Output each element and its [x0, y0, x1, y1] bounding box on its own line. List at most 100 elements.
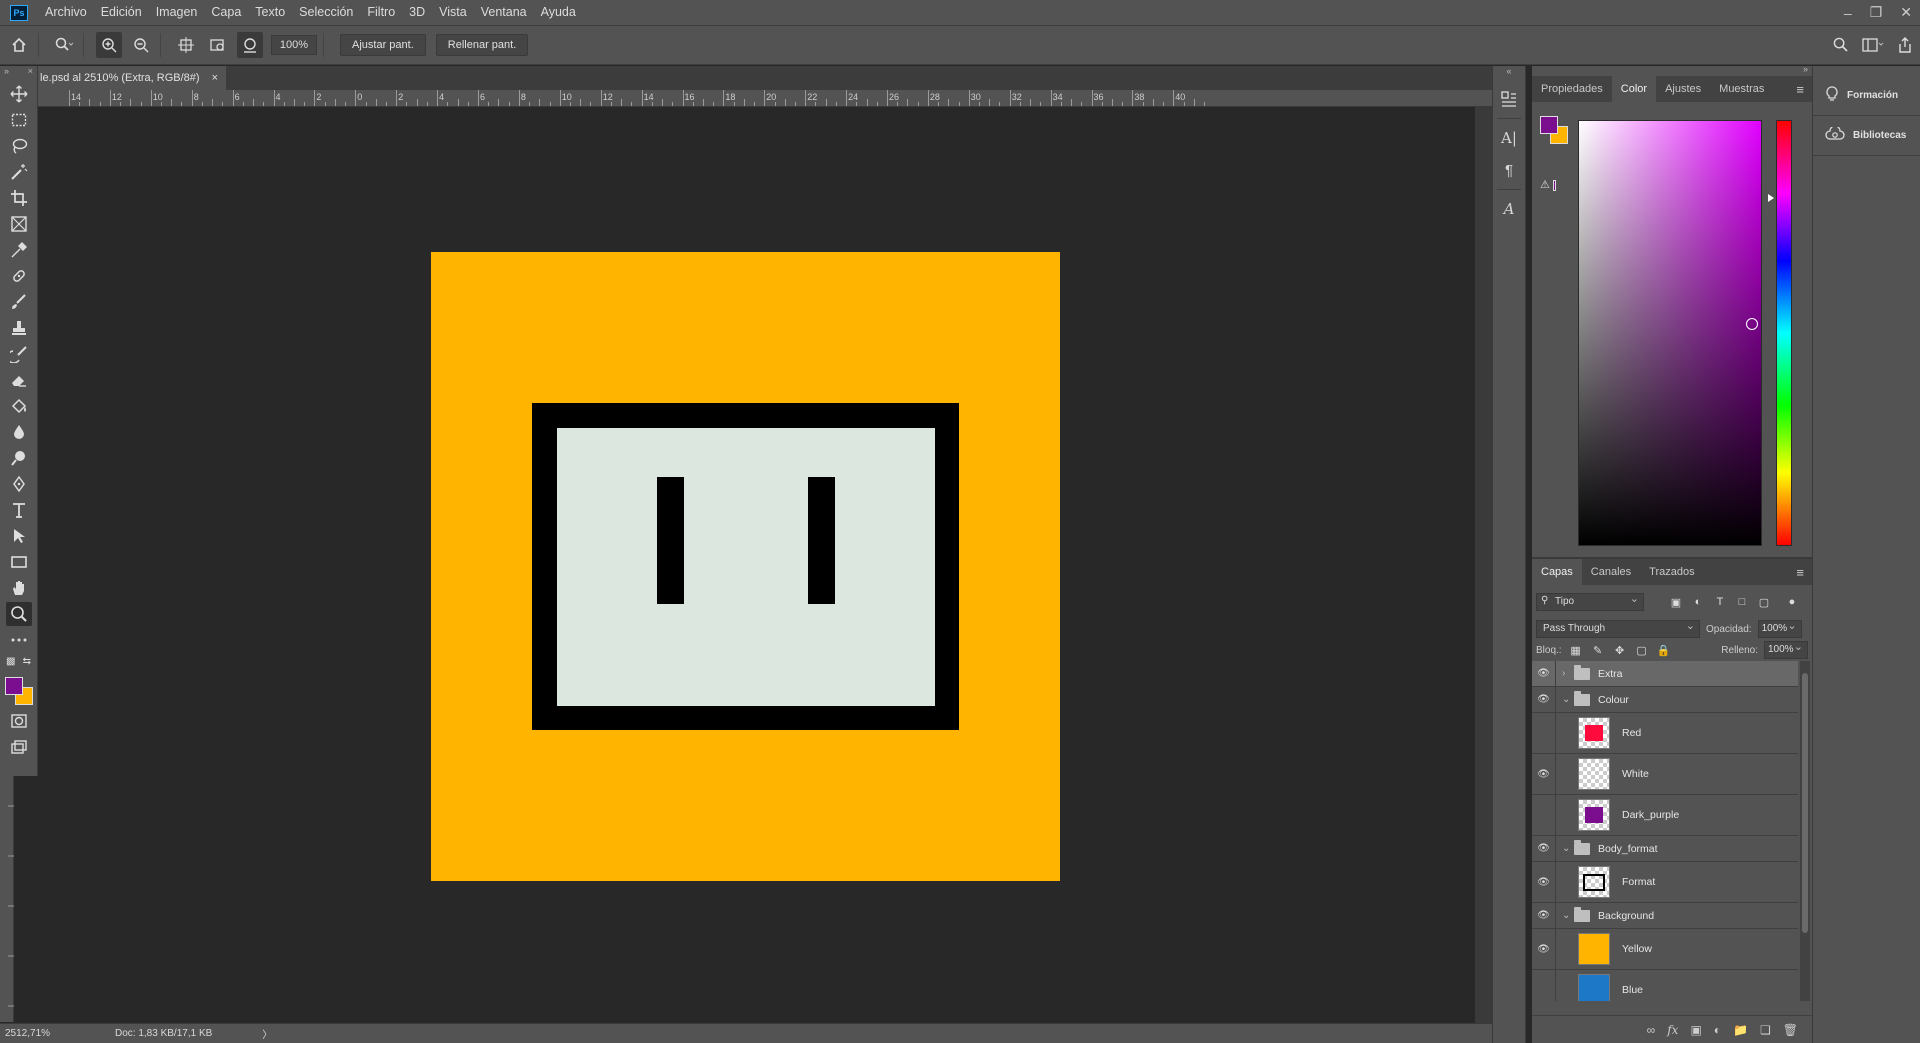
link-layers-icon[interactable]: ∞ — [1647, 1023, 1656, 1037]
status-menu-chevron[interactable]: 〉 — [262, 1026, 272, 1041]
menu-archivo[interactable]: Archivo — [38, 0, 94, 25]
dodge-icon[interactable] — [6, 446, 32, 470]
tab-propiedades[interactable]: Propiedades — [1532, 76, 1612, 102]
fill-input[interactable]: 100% — [1764, 639, 1808, 659]
visibility-toggle[interactable]: 👁 — [1532, 929, 1556, 969]
color-picker-cursor[interactable] — [1746, 318, 1758, 330]
foreground-color-swatch[interactable] — [1540, 116, 1558, 134]
filter-pixel-icon[interactable]: ▣ — [1668, 594, 1684, 610]
hue-slider-marker[interactable] — [1768, 194, 1774, 202]
zoom-tool-preset-icon[interactable] — [51, 32, 77, 58]
workspace-icon[interactable] — [1862, 37, 1884, 55]
gamut-color-swatch[interactable] — [1552, 180, 1556, 191]
status-zoom[interactable]: 2512,71% — [5, 1028, 105, 1039]
document-tab[interactable]: le.psd al 2510% (Extra, RGB/8#) × — [38, 66, 227, 90]
scrollbar-thumb[interactable] — [1802, 673, 1808, 933]
zoom-percent-input[interactable]: 100% — [271, 35, 317, 55]
add-mask-icon[interactable]: ▣ — [1690, 1023, 1701, 1037]
layer-group-row[interactable]: 👁 ⌄ Background — [1532, 903, 1798, 929]
hand-icon[interactable] — [6, 576, 32, 600]
close-document-icon[interactable]: × — [212, 66, 218, 90]
share-icon[interactable] — [1898, 36, 1912, 56]
pen-icon[interactable] — [6, 472, 32, 496]
visibility-toggle[interactable]: 👁 — [1532, 661, 1556, 686]
filter-shape-icon[interactable]: □ — [1734, 594, 1750, 610]
visibility-toggle[interactable]: 👁 — [1532, 862, 1556, 902]
history-panel-icon[interactable] — [1496, 86, 1522, 112]
zoom-out-icon[interactable] — [128, 32, 154, 58]
visibility-toggle[interactable]: 👁 — [1532, 687, 1556, 712]
fit-screen-button[interactable]: Ajustar pant. — [340, 34, 426, 56]
delete-layer-icon[interactable]: 🗑 — [1783, 1023, 1798, 1037]
layer-row[interactable]: 👁 Format — [1532, 862, 1798, 903]
menu-ventana[interactable]: Ventana — [474, 0, 534, 25]
foreground-color-swatch[interactable] — [4, 677, 23, 695]
new-adjustment-layer-icon[interactable]: ◐ — [1714, 1023, 1721, 1037]
menu-texto[interactable]: Texto — [248, 0, 292, 25]
tab-canales[interactable]: Canales — [1582, 559, 1640, 585]
hue-slider[interactable] — [1776, 120, 1792, 546]
layer-row[interactable]: Dark_purple — [1532, 795, 1798, 836]
brush-icon[interactable] — [6, 290, 32, 314]
new-layer-icon[interactable]: ❏ — [1760, 1023, 1771, 1037]
visibility-toggle[interactable] — [1532, 795, 1556, 835]
menu-3d[interactable]: 3D — [402, 0, 432, 25]
path-selection-icon[interactable] — [6, 524, 32, 548]
close-icon[interactable]: ✕ — [1900, 4, 1912, 21]
zoom-icon[interactable] — [5, 602, 32, 626]
visibility-toggle[interactable] — [1532, 713, 1556, 753]
layer-row[interactable]: Red — [1532, 713, 1798, 754]
menu-filtro[interactable]: Filtro — [360, 0, 402, 25]
paragraph-panel-icon[interactable]: ¶ — [1496, 157, 1522, 183]
layers-scrollbar[interactable] — [1800, 661, 1810, 1001]
character-panel-icon[interactable]: A| — [1496, 125, 1522, 151]
layer-row[interactable]: 👁 Yellow — [1532, 929, 1798, 970]
chevron-right-icon[interactable]: › — [1562, 668, 1572, 679]
close-toolbar-icon[interactable]: × — [28, 66, 33, 80]
frame-icon[interactable] — [6, 212, 32, 236]
layer-group-row[interactable]: 👁 ⌄ Body_format — [1532, 836, 1798, 862]
fill-screen-button[interactable]: Rellenar pant. — [435, 34, 529, 56]
healing-brush-icon[interactable] — [6, 264, 32, 288]
resize-windows-icon[interactable] — [173, 32, 199, 58]
layer-style-icon[interactable]: fx — [1667, 1023, 1678, 1037]
menu-capa[interactable]: Capa — [204, 0, 248, 25]
lock-position-icon[interactable]: ✥ — [1612, 642, 1628, 658]
layer-row[interactable]: 👁 White — [1532, 754, 1798, 795]
layer-group-row[interactable]: 👁 › Extra — [1532, 661, 1798, 687]
tab-color[interactable]: Color — [1611, 76, 1657, 102]
color-saturation-field[interactable] — [1578, 120, 1762, 546]
menu-imagen[interactable]: Imagen — [149, 0, 205, 25]
search-icon[interactable] — [1833, 37, 1848, 55]
blur-icon[interactable] — [6, 420, 32, 444]
filter-adjustment-icon[interactable]: ◐ — [1690, 594, 1706, 610]
type-icon[interactable] — [6, 498, 32, 522]
collapse-dock-icon[interactable]: « — [1493, 66, 1525, 80]
expand-toolbar-icon[interactable]: » — [4, 66, 9, 80]
home-icon[interactable] — [6, 32, 32, 58]
libraries-panel-button[interactable]: Bibliotecas — [1813, 116, 1920, 156]
layer-row[interactable]: Blue — [1532, 970, 1798, 1001]
opacity-input[interactable]: 100% — [1757, 618, 1802, 638]
collapse-panels-icon[interactable]: » — [1803, 64, 1808, 74]
learn-panel-button[interactable]: Formación — [1813, 76, 1920, 116]
zoom-all-windows-icon[interactable] — [205, 32, 231, 58]
minimize-icon[interactable]: – — [1844, 5, 1852, 21]
lock-transparent-icon[interactable]: ▦ — [1568, 642, 1584, 658]
chevron-down-icon[interactable]: ⌄ — [1562, 843, 1572, 854]
screen-mode-icon[interactable] — [6, 735, 32, 759]
tab-capas[interactable]: Capas — [1532, 559, 1582, 585]
restore-icon[interactable]: ❐ — [1870, 4, 1883, 21]
new-group-icon[interactable]: 📁 — [1733, 1023, 1748, 1037]
chevron-down-icon[interactable]: ⌄ — [1562, 910, 1572, 921]
visibility-toggle[interactable]: 👁 — [1532, 754, 1556, 794]
swap-colors-icon[interactable]: ⇆ — [23, 656, 31, 667]
default-colors-icon[interactable]: ▩ — [6, 656, 15, 667]
lock-artboard-icon[interactable]: ▢ — [1634, 642, 1650, 658]
tab-muestras[interactable]: Muestras — [1710, 76, 1773, 102]
lasso-icon[interactable] — [6, 134, 32, 158]
visibility-toggle[interactable]: 👁 — [1532, 903, 1556, 928]
rectangle-icon[interactable] — [6, 550, 32, 574]
filter-smart-object-icon[interactable]: ▢ — [1756, 594, 1772, 610]
menu-edici-n[interactable]: Edición — [94, 0, 149, 25]
